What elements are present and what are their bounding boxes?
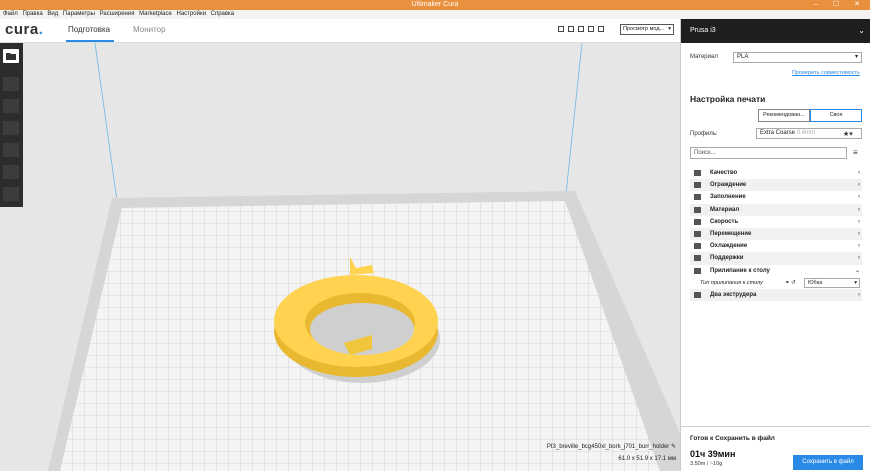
view-mode-select[interactable]: Просмотр мод... ▾ xyxy=(620,24,674,35)
menu-file[interactable]: Файл xyxy=(3,10,18,19)
model-filename: PI3_breville_bcg450xl_bork_j701_burr_hol… xyxy=(546,444,670,450)
chevron-left-icon: ‹ xyxy=(858,291,860,298)
chevron-left-icon: ‹ xyxy=(858,243,860,250)
setting-category-adhesion[interactable]: Прилипание к столу ⌄ xyxy=(690,265,862,277)
top-bar: cura. Подготовка Монитор Просмотр мод...… xyxy=(0,19,680,43)
setting-category-cooling[interactable]: Охлаждение ‹ xyxy=(690,240,862,252)
chevron-down-icon: ▾ xyxy=(668,26,671,32)
chevron-down-icon: ▾ xyxy=(854,54,858,60)
filament-usage: 3.50m / ~10g xyxy=(690,461,723,467)
setting-category-shell[interactable]: Ограждение ‹ xyxy=(690,179,862,192)
setting-category-dual-extrusion[interactable]: Два экструдера ‹ xyxy=(690,288,862,302)
menu-preferences[interactable]: Настройки xyxy=(177,10,206,19)
maximize-button[interactable]: ☐ xyxy=(826,0,846,10)
quality-icon xyxy=(694,170,701,176)
tab-prepare[interactable]: Подготовка xyxy=(68,25,110,34)
adhesion-type-select[interactable]: Юбка ▾ xyxy=(804,277,860,288)
3d-view-icon[interactable] xyxy=(558,26,564,32)
dual-extrusion-icon xyxy=(694,291,701,298)
custom-mode-button[interactable]: Своя xyxy=(810,109,862,122)
window-title: Ultimaker Cura xyxy=(411,1,459,8)
printer-selector[interactable]: Prusa i3 ⌄ xyxy=(681,19,870,43)
model-dimensions: 61.0 x 51.9 x 17.1 мм xyxy=(618,456,676,462)
chevron-down-icon: ▾ xyxy=(854,279,857,286)
tab-monitor[interactable]: Монитор xyxy=(133,25,166,34)
mirror-icon[interactable] xyxy=(3,143,19,157)
rotate-icon[interactable] xyxy=(3,121,19,135)
settings-list: Качество ‹ Ограждение ‹ Заполнение ‹ Матери… xyxy=(690,167,862,302)
close-button[interactable]: ✕ xyxy=(847,0,867,10)
chevron-left-icon: ‹ xyxy=(858,255,860,262)
chevron-left-icon: ‹ xyxy=(858,194,860,201)
chevron-left-icon: ‹ xyxy=(858,218,860,225)
setting-category-support[interactable]: Поддержки ‹ xyxy=(690,252,862,265)
model-info: PI3_breville_bcg450xl_bork_j701_burr_hol… xyxy=(526,443,676,462)
setting-category-quality[interactable]: Качество ‹ xyxy=(690,167,862,179)
profile-label: Профиль: xyxy=(690,131,718,137)
setting-category-travel[interactable]: Перемещение ‹ xyxy=(690,227,862,241)
menu-icon[interactable]: ≡ xyxy=(853,148,858,157)
build-volume-edge xyxy=(94,43,119,209)
build-volume-edge xyxy=(564,43,583,204)
chevron-left-icon: ‹ xyxy=(858,206,860,213)
link-reset-icons[interactable]: ⚭ ↺ xyxy=(785,277,796,289)
material-select[interactable]: PLA ▾ xyxy=(733,52,862,63)
left-view-icon[interactable] xyxy=(588,26,594,32)
chevron-left-icon: ‹ xyxy=(858,170,860,176)
adhesion-type-label: Тип прилипания к столу xyxy=(700,279,763,286)
right-view-icon[interactable] xyxy=(598,26,604,32)
minimize-button[interactable]: – xyxy=(806,0,826,10)
per-model-settings-icon[interactable] xyxy=(3,165,19,179)
menu-edit[interactable]: Правка xyxy=(22,10,42,19)
profile-star-icon[interactable]: ★▾ xyxy=(843,130,853,138)
print-time: 01ч 39мин xyxy=(690,449,736,459)
move-icon[interactable] xyxy=(3,77,19,91)
left-toolbar xyxy=(0,43,23,207)
support-blocker-icon[interactable] xyxy=(3,187,19,201)
window-titlebar: Ultimaker Cura – ☐ ✕ xyxy=(0,0,870,10)
material-icon xyxy=(694,206,701,213)
setting-adhesion-type: Тип прилипания к столу ⚭ ↺ Юбка ▾ xyxy=(690,277,862,289)
speed-icon xyxy=(694,218,701,225)
menu-settings[interactable]: Параметры xyxy=(63,10,95,19)
scale-icon[interactable] xyxy=(3,99,19,113)
setting-category-infill[interactable]: Заполнение ‹ xyxy=(690,191,862,203)
active-tab-indicator xyxy=(66,40,114,42)
output-panel: Готов к Сохранить в файл 01ч 39мин 3.50m… xyxy=(681,426,870,471)
slice-status: Готов к Сохранить в файл xyxy=(690,435,775,442)
view-orientation-buttons xyxy=(558,26,604,32)
menu-help[interactable]: Справка xyxy=(211,10,235,19)
setting-category-speed[interactable]: Скорость ‹ xyxy=(690,216,862,228)
cura-logo: cura. xyxy=(5,21,44,38)
setting-category-material[interactable]: Материал ‹ xyxy=(690,203,862,216)
build-plate-scene xyxy=(48,43,680,471)
open-file-icon[interactable] xyxy=(3,49,19,63)
travel-icon xyxy=(694,230,701,237)
support-icon xyxy=(694,255,701,262)
chevron-down-icon: ⌄ xyxy=(854,267,860,274)
material-label: Материал xyxy=(690,54,718,60)
cooling-icon xyxy=(694,243,701,250)
edit-name-icon[interactable]: ✎ xyxy=(671,444,676,450)
settings-search-input[interactable]: Поиск... xyxy=(690,147,847,159)
infill-icon xyxy=(694,194,701,201)
save-to-file-button[interactable]: Сохранить в файл xyxy=(793,455,863,470)
adhesion-icon xyxy=(694,267,701,274)
chevron-left-icon: ‹ xyxy=(858,182,860,189)
print-setup-title: Настройка печати xyxy=(690,94,766,104)
print-settings-panel: Prusa i3 ⌄ Материал PLA ▾ Проверить совмес… xyxy=(680,19,870,471)
menu-view[interactable]: Вид xyxy=(47,10,58,19)
check-compatibility-link[interactable]: Проверить совместимость xyxy=(792,70,860,76)
recommended-mode-button[interactable]: Рекомендован... xyxy=(758,109,810,122)
front-view-icon[interactable] xyxy=(568,26,574,32)
chevron-left-icon: ‹ xyxy=(858,230,860,237)
menu-bar: Файл Правка Вид Параметры Расширения Mar… xyxy=(0,10,870,19)
build-plate-viewport[interactable] xyxy=(0,43,680,471)
menu-extensions[interactable]: Расширения xyxy=(100,10,135,19)
chevron-down-icon: ⌄ xyxy=(858,26,865,35)
shell-icon xyxy=(694,182,701,189)
menu-marketplace[interactable]: Marketplace xyxy=(139,10,172,19)
top-view-icon[interactable] xyxy=(578,26,584,32)
